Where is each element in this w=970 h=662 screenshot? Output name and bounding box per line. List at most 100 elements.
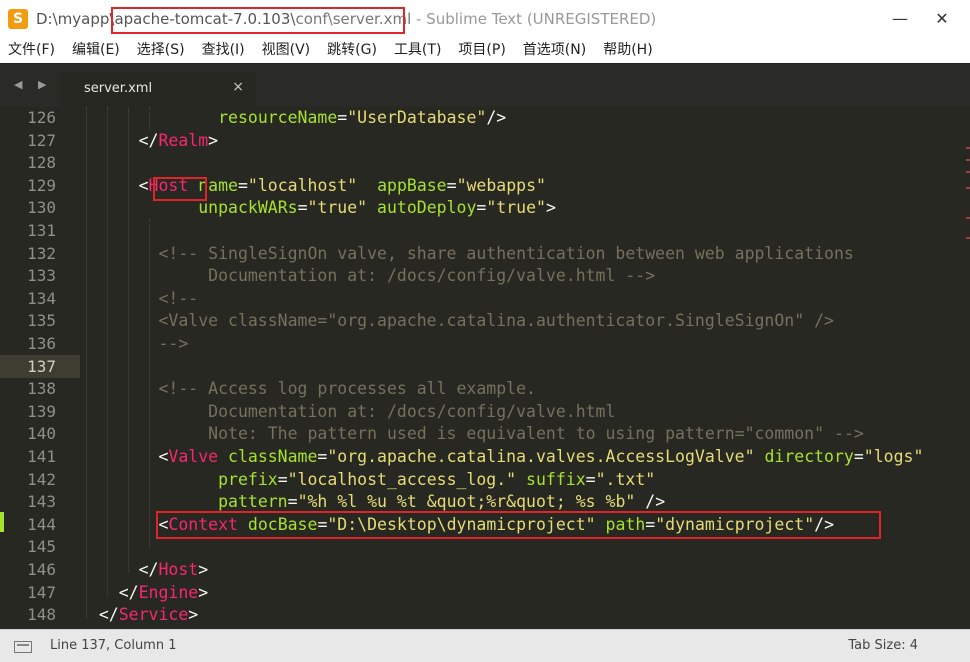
annotation-box-context-line — [156, 511, 881, 539]
line-number: 133 — [27, 266, 56, 286]
menu-goto[interactable]: 跳转(G) — [319, 38, 386, 63]
code-token: > — [545, 198, 556, 218]
code-line: <Valve className="org.apache.catalina.au… — [79, 310, 834, 333]
code-token: autoDeploy — [377, 198, 477, 218]
code-token: < — [79, 447, 169, 466]
code-token: > — [198, 560, 209, 579]
code-editor[interactable]: 126 127 128 129 130 131 132 133 134 135 136 137 138 1… — [0, 107, 970, 629]
code-token: <!-- — [79, 288, 199, 308]
menu-bar: 文件(F) 编辑(E) 选择(S) 查找(I) 视图(V) 跳转(G) 工具(T… — [0, 38, 970, 63]
code-token: </ — [79, 582, 139, 602]
code-token: < — [79, 175, 149, 195]
code-token: Service — [118, 605, 189, 625]
title-path-prefix: D:\myapp\ — [36, 10, 115, 28]
line-number: 135 — [27, 311, 56, 331]
minimap-marker — [966, 159, 970, 161]
menu-find[interactable]: 查找(I) — [194, 38, 254, 63]
menu-file[interactable]: 文件(F) — [0, 38, 64, 63]
minimize-button[interactable]: — — [878, 4, 922, 34]
status-bar: Line 137, Column 1 Tab Size: 4 — [0, 629, 970, 662]
line-number: 148 — [27, 605, 56, 625]
code-line: </Host> — [79, 559, 209, 582]
code-token: "webapps" — [456, 175, 546, 195]
line-number: 134 — [27, 288, 56, 308]
tab-bar: ◀ ▶ server.xml × — [0, 63, 970, 108]
tab-label: server.xml — [84, 81, 153, 96]
code-token: = — [585, 469, 596, 489]
code-token: </ — [79, 560, 159, 579]
code-token: prefix — [218, 469, 278, 489]
menu-selection[interactable]: 选择(S) — [129, 38, 194, 63]
code-token: "%h %l %u %t &quot;%r&quot; %s %b" — [297, 492, 636, 512]
code-line: <!-- Access log processes all example. — [79, 378, 536, 401]
sublime-app-icon: S — [8, 9, 28, 29]
code-token: Realm — [158, 130, 209, 150]
code-token: --> — [79, 334, 189, 353]
code-line: </Engine> — [79, 582, 208, 605]
menu-project[interactable]: 项目(P) — [450, 38, 514, 63]
code-token: Engine — [138, 582, 199, 602]
code-line: </Realm> — [79, 130, 219, 153]
close-window-button[interactable]: ✕ — [920, 4, 964, 34]
minimap-marker — [966, 187, 970, 189]
line-number: 131 — [27, 221, 56, 240]
cursor-position[interactable]: Line 137, Column 1 — [50, 638, 177, 653]
code-token: Host — [158, 560, 199, 579]
code-token: = — [476, 198, 487, 218]
annotation-box-title-path — [111, 7, 405, 34]
code-token: = — [297, 198, 308, 218]
code-token: Note: The pattern used is equivalent to … — [79, 424, 864, 444]
menu-edit[interactable]: 编辑(E) — [64, 38, 129, 63]
code-token: unpackWARs — [198, 198, 298, 218]
code-token: /> — [486, 108, 507, 127]
line-number: 137 — [27, 356, 56, 376]
code-token: <!-- SingleSignOn valve, share authentic… — [79, 243, 854, 263]
code-line: <!-- — [79, 288, 198, 311]
code-token: resourceName — [218, 108, 338, 127]
code-token: </ — [79, 605, 119, 625]
code-token: "localhost" — [247, 175, 358, 195]
code-token: <!-- Access log processes all example. — [79, 379, 536, 399]
line-number-gutter: 126 127 128 129 130 131 132 133 134 135 136 137 138 1… — [0, 107, 78, 629]
code-token: < — [79, 514, 169, 534]
line-number: 144 — [27, 514, 56, 534]
code-token: "localhost_access_log." — [287, 469, 517, 489]
code-token: Valve — [168, 447, 219, 466]
menu-help[interactable]: 帮助(H) — [595, 38, 661, 63]
code-line: Note: The pattern used is equivalent to … — [79, 423, 864, 446]
menu-preferences[interactable]: 首选项(N) — [515, 38, 595, 63]
line-number: 138 — [27, 379, 56, 399]
code-token: </ — [79, 130, 159, 150]
annotation-box-host-tag — [153, 177, 207, 201]
line-number: 126 — [27, 108, 56, 127]
code-line: <Valve className="org.apache.catalina.va… — [79, 446, 923, 469]
code-token: = — [277, 469, 288, 489]
code-line: --> — [79, 333, 188, 356]
minimap-markers — [966, 147, 970, 347]
indent-guide — [86, 107, 87, 617]
indent-guide — [107, 107, 108, 595]
code-token: "logs" — [863, 447, 924, 466]
code-token: Documentation at: /docs/config/valve.htm… — [79, 266, 656, 286]
code-token: "UserDatabase" — [347, 108, 487, 127]
code-token: > — [188, 605, 199, 625]
line-number: 129 — [27, 175, 56, 195]
panel-toggle-icon[interactable] — [14, 641, 32, 653]
code-token: = — [317, 447, 328, 466]
code-token: directory — [764, 447, 854, 466]
tab-close-icon[interactable]: × — [232, 79, 244, 95]
line-number: 132 — [27, 243, 56, 263]
line-number: 130 — [27, 198, 56, 218]
code-token: suffix — [526, 469, 586, 489]
code-line: </Service> — [79, 604, 198, 627]
tab-server-xml[interactable]: server.xml × — [60, 72, 256, 108]
tab-size-indicator[interactable]: Tab Size: 4 — [848, 638, 918, 653]
tab-nav-arrows-icon[interactable]: ◀ ▶ — [14, 78, 52, 91]
code-token: = — [237, 175, 248, 195]
menu-view[interactable]: 视图(V) — [254, 38, 320, 63]
minimap-marker — [966, 147, 970, 149]
menu-tools[interactable]: 工具(T) — [386, 38, 450, 63]
